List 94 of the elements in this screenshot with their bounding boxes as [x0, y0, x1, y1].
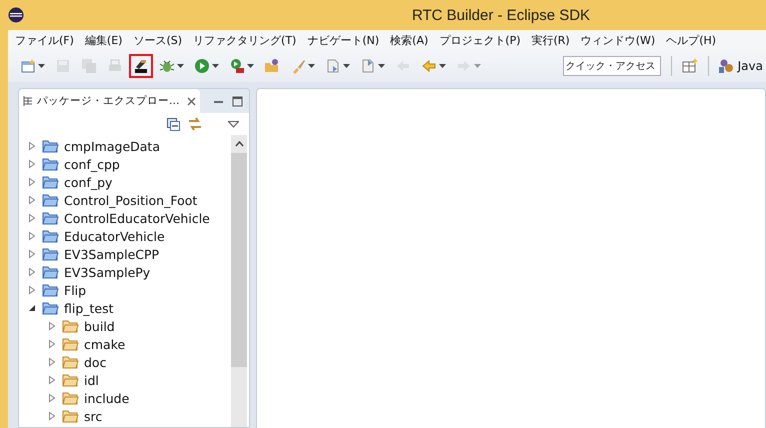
collapsed-arrow-icon[interactable] [27, 231, 37, 241]
folder-icon [42, 175, 59, 189]
folder-icon [42, 139, 59, 153]
folder-icon [42, 247, 59, 261]
link-arrows-icon[interactable] [188, 117, 202, 131]
window-title: RTC Builder - Eclipse SDK [410, 6, 592, 24]
printer-icon [107, 58, 123, 74]
folder-icon [62, 319, 79, 333]
collapsed-arrow-icon[interactable] [27, 141, 37, 151]
menu-item[interactable]: ウィンドウ(W) [576, 30, 662, 50]
tree-item[interactable]: EV3SampleCPP [64, 246, 160, 262]
tree-item[interactable]: conf_py [64, 174, 112, 190]
perspective-button[interactable]: Java [714, 56, 766, 76]
collapsed-arrow-icon[interactable] [47, 375, 57, 385]
tree-item[interactable]: cmpImageData [64, 138, 160, 154]
folder-icon [42, 265, 59, 279]
collapsed-arrow-icon[interactable] [27, 285, 37, 295]
menu-item[interactable]: ヘルプ(H) [661, 30, 722, 50]
save-icon [55, 58, 71, 74]
expanded-arrow-icon[interactable] [27, 303, 37, 313]
play-icon [194, 58, 210, 74]
close-icon[interactable] [186, 96, 196, 106]
folder-icon [62, 355, 79, 369]
collapsed-arrow-icon[interactable] [47, 411, 57, 421]
tree-item[interactable]: Control_Position_Foot [64, 192, 198, 208]
folder-icon [42, 283, 59, 297]
folder-icon [62, 409, 79, 423]
tree-item[interactable]: flip_test [64, 300, 114, 316]
collapsed-arrow-icon[interactable] [27, 249, 37, 259]
tree-item[interactable]: conf_cpp [64, 156, 120, 172]
tree-item[interactable]: src [84, 408, 102, 424]
explorer-tab[interactable]: パッケージ・エクスプロー… [19, 89, 200, 113]
collapsed-arrow-icon[interactable] [27, 195, 37, 205]
caret-icon [212, 64, 219, 68]
collapse-all-icon[interactable] [167, 118, 180, 130]
arrow-left-icon [395, 58, 411, 74]
caret-icon [474, 64, 481, 68]
caret-icon [38, 64, 45, 68]
arrow-right-icon [456, 58, 472, 74]
collapsed-arrow-icon[interactable] [27, 159, 37, 169]
menu-item[interactable]: 実行(R) [526, 30, 576, 50]
collapsed-arrow-icon[interactable] [47, 357, 57, 367]
collapsed-arrow-icon[interactable] [47, 393, 57, 403]
tree-item[interactable]: include [84, 390, 130, 406]
folder-icon [42, 193, 59, 207]
caret-icon [177, 64, 184, 68]
caret-icon [308, 64, 315, 68]
folder-icon [42, 157, 59, 171]
folder-icon [62, 391, 79, 405]
menu-item[interactable]: 検索(A) [385, 30, 434, 50]
caret-icon [343, 64, 350, 68]
menu-item[interactable]: 編集(E) [80, 30, 128, 50]
menu-item[interactable]: ナビゲート(N) [302, 30, 386, 50]
scroll-up-icon [234, 141, 244, 147]
tree-item[interactable]: cmake [84, 336, 126, 352]
collapsed-arrow-icon[interactable] [47, 321, 57, 331]
caret-icon [439, 64, 446, 68]
menu-item[interactable]: リファクタリング(T) [188, 30, 302, 50]
folder-icon [62, 337, 79, 351]
collapsed-arrow-icon[interactable] [27, 177, 37, 187]
document-arrow-icon [360, 58, 376, 74]
tree-item[interactable]: ControlEducatorVehicle [64, 210, 210, 226]
menu-item[interactable]: ソース(S) [128, 30, 188, 50]
folder-icon [42, 301, 59, 315]
quick-access-field[interactable]: クイック・アクセス [562, 56, 661, 76]
folder-icon [264, 58, 280, 74]
folder-icon [62, 373, 79, 387]
folder-icon [42, 211, 59, 225]
collapsed-arrow-icon[interactable] [27, 213, 37, 223]
tree-item[interactable]: build [84, 318, 115, 334]
arrow-left-icon [421, 58, 437, 74]
menu-item[interactable]: ファイル(F) [10, 30, 80, 50]
bug-icon [159, 58, 175, 74]
window-layout-icon [682, 58, 698, 74]
tree-item[interactable]: idl [84, 372, 99, 388]
caret-icon [247, 64, 254, 68]
maximize-icon [232, 96, 243, 106]
folder-icon [42, 229, 59, 243]
app-logo-icon [8, 7, 24, 23]
tree-item[interactable]: EV3SamplePy [64, 264, 150, 280]
menu-item[interactable]: プロジェクト(P) [434, 30, 526, 50]
view-menu-icon[interactable] [228, 120, 239, 128]
package-explorer-icon [23, 95, 33, 107]
new-file-icon [20, 58, 36, 74]
hammer-icon [133, 58, 149, 74]
document-arrow-icon [325, 58, 341, 74]
tree-item[interactable]: doc [84, 354, 106, 370]
collapsed-arrow-icon[interactable] [27, 267, 37, 277]
tree-item[interactable]: EducatorVehicle [64, 228, 165, 244]
caret-icon [378, 64, 385, 68]
tree-item[interactable]: Flip [64, 282, 86, 298]
toolbar-button[interactable] [129, 54, 153, 78]
scrollbar[interactable] [231, 135, 247, 427]
collapsed-arrow-icon[interactable] [47, 339, 57, 349]
